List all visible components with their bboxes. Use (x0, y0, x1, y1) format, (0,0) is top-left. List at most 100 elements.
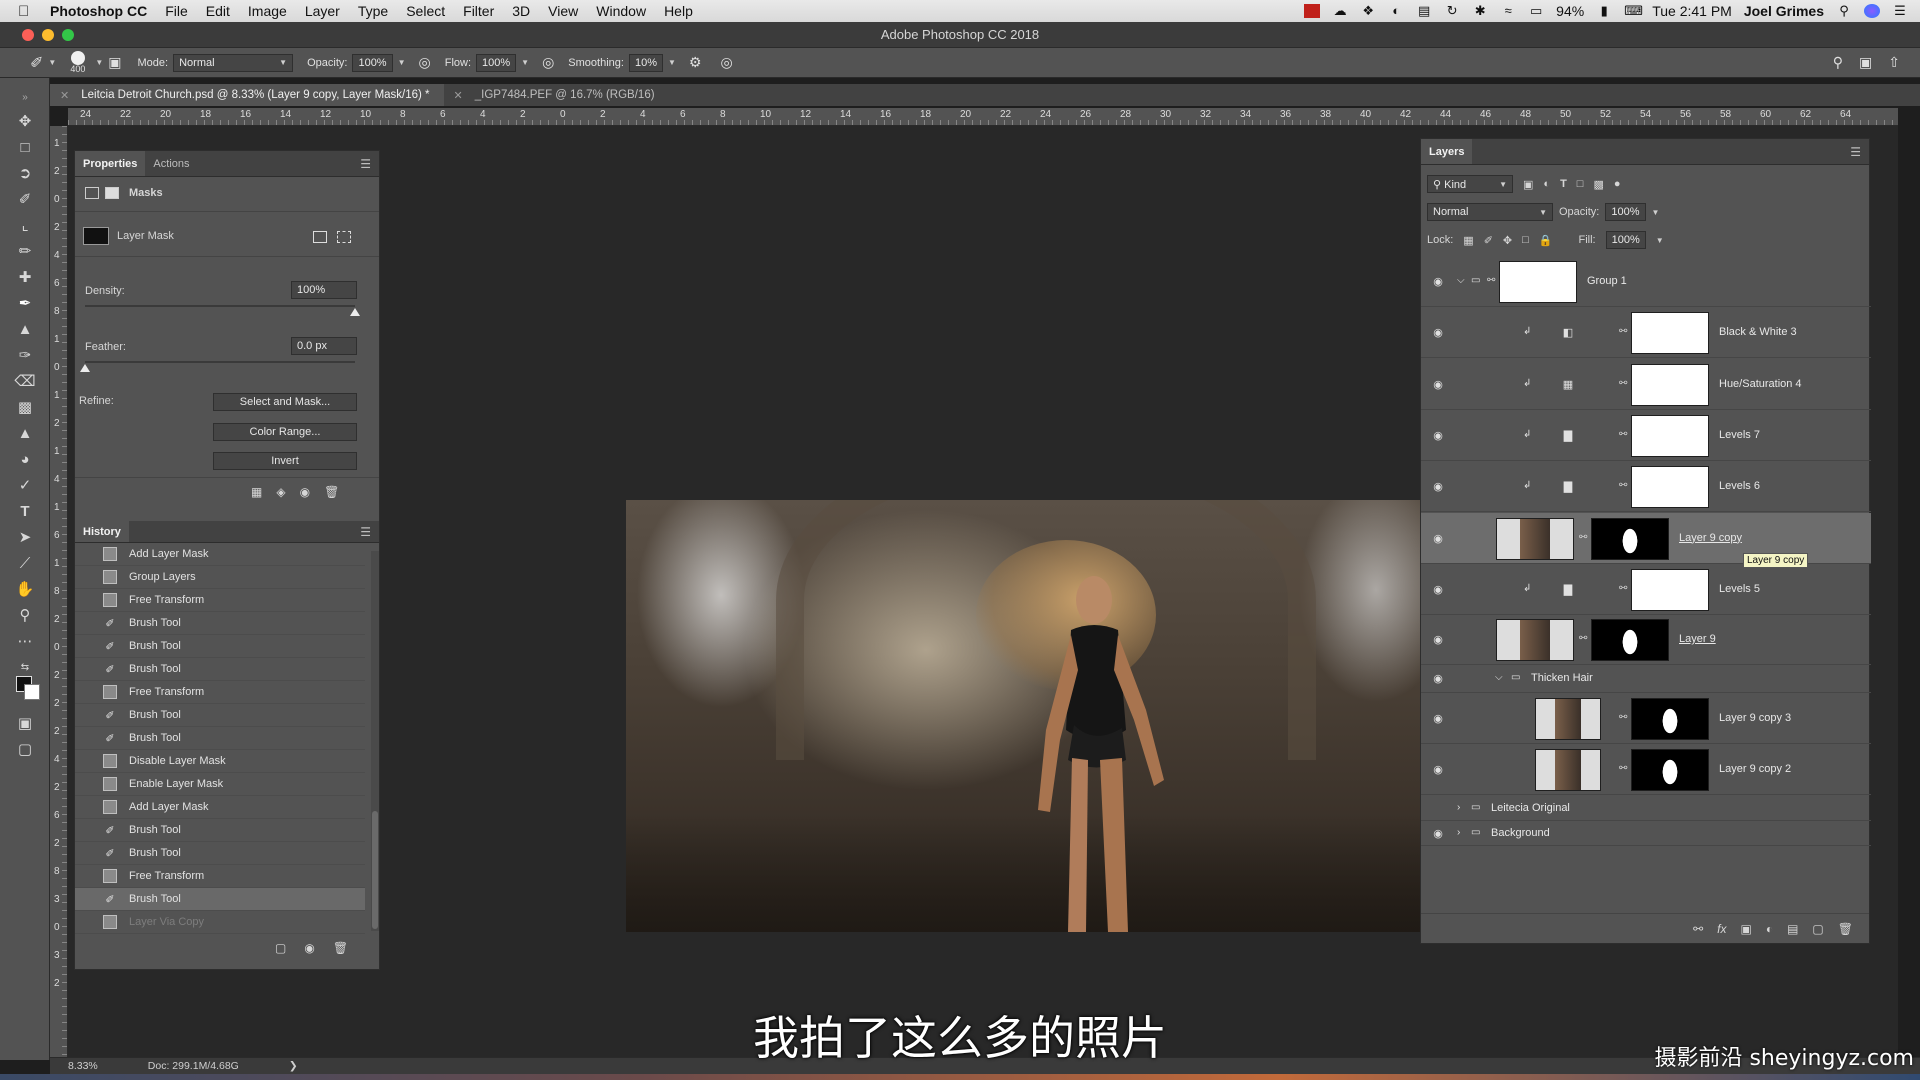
menu-view[interactable]: View (548, 3, 578, 19)
fill-field[interactable]: 100% (1605, 231, 1646, 249)
panel-menu-icon[interactable]: ☰ (360, 157, 371, 171)
more-tools-icon[interactable]: ⋯ (14, 630, 36, 652)
history-item[interactable]: Free Transform (75, 681, 365, 704)
apply-mask-icon[interactable]: ◈ (276, 485, 285, 499)
visibility-eye-icon[interactable]: ◉ (1431, 378, 1445, 391)
eraser-tool-icon[interactable]: ⌫ (14, 370, 36, 392)
levels-icon[interactable]: ▇ (1561, 429, 1575, 442)
pressure-size-icon[interactable]: ◎ (720, 54, 732, 71)
siri-icon[interactable] (1864, 4, 1880, 18)
group-expand-chevron-icon[interactable]: ⌵ (1457, 275, 1465, 286)
lock-position-icon[interactable]: ✥ (1503, 234, 1512, 247)
mask-link-chain-icon[interactable]: ⚯ (1619, 480, 1627, 491)
visibility-eye-icon[interactable]: ◉ (1431, 326, 1445, 339)
layer-row[interactable]: ◉ ⚯ Layer 9 (1421, 615, 1871, 665)
blur-tool-icon[interactable]: ▲ (14, 422, 36, 444)
dodge-tool-icon[interactable]: ◕ (14, 448, 36, 470)
feather-field[interactable]: 0.0 px (291, 337, 357, 355)
layers-panel-menu-icon[interactable]: ☰ (1850, 145, 1861, 159)
adjustment-mask-thumbnail[interactable] (1631, 414, 1709, 457)
visibility-eye-icon[interactable]: ◉ (1431, 712, 1445, 725)
delete-state-trash-icon[interactable]: 🗑 (333, 941, 348, 955)
layer-name[interactable]: Layer 9 (1679, 633, 1716, 645)
lock-image-icon[interactable]: ✐ (1484, 234, 1493, 247)
blend-mode-select[interactable]: Normal ▼ (1427, 203, 1553, 221)
history-item[interactable]: Layer Via Copy (75, 911, 365, 934)
layer-name[interactable]: Levels 5 (1719, 583, 1760, 595)
history-item[interactable]: Free Transform (75, 865, 365, 888)
visibility-eye-icon[interactable]: ◉ (1431, 827, 1445, 840)
tab-history[interactable]: History (75, 521, 129, 542)
bw-icon[interactable]: ◧ (1561, 326, 1575, 339)
layer-name[interactable]: Black & White 3 (1719, 326, 1797, 338)
folder-expand-chevron-icon[interactable]: ⌵ (1495, 672, 1503, 683)
lock-transparent-icon[interactable]: ▦ (1463, 234, 1473, 247)
folder-collapse-chevron-icon[interactable]: › (1457, 827, 1460, 838)
lasso-tool-icon[interactable]: ➲ (14, 162, 36, 184)
adjustment-mask-thumbnail[interactable] (1631, 363, 1709, 406)
menu-file[interactable]: File (165, 3, 188, 19)
zoom-tool-icon[interactable]: ⚲ (14, 604, 36, 626)
airplay-icon[interactable]: ▭ (1528, 4, 1544, 18)
invert-button[interactable]: Invert (213, 452, 357, 470)
visibility-eye-icon[interactable]: ◉ (1431, 429, 1445, 442)
workspace-icon[interactable]: ▣ (1859, 54, 1872, 71)
crop-tool-icon[interactable]: ⌞ (14, 214, 36, 236)
acrobat-icon[interactable] (1304, 4, 1321, 18)
color-range-button[interactable]: Color Range... (213, 423, 357, 441)
gradient-tool-icon[interactable]: ▩ (14, 396, 36, 418)
feather-slider-handle[interactable] (80, 364, 90, 372)
history-item[interactable]: ✐ Brush Tool (75, 727, 365, 750)
disable-mask-eye-icon[interactable]: ◉ (300, 485, 310, 499)
visibility-eye-icon[interactable]: ◉ (1431, 633, 1445, 646)
history-item[interactable]: ✐ Brush Tool (75, 819, 365, 842)
layer-opacity-chevron-icon[interactable]: ▼ (1652, 208, 1660, 217)
new-layer-icon[interactable]: ▢ (1812, 922, 1823, 936)
history-item[interactable]: ✐ Brush Tool (75, 612, 365, 635)
document-image[interactable] (626, 500, 1466, 932)
brush-settings-icon[interactable]: ▣ (108, 54, 121, 71)
layer-row[interactable]: ◉ ⌵ ▭ ⚯ Group 1 (1421, 257, 1871, 307)
layer-name[interactable]: Levels 6 (1719, 480, 1760, 492)
density-slider-handle[interactable] (350, 308, 360, 316)
pixel-mask-icon[interactable] (85, 187, 99, 199)
opacity-chevron-icon[interactable]: ▼ (398, 58, 406, 67)
mask-link-chain-icon[interactable]: ⚯ (1579, 633, 1587, 644)
quick-mask-icon[interactable]: ▣ (14, 712, 36, 734)
brush-tool-icon[interactable]: ✒ (14, 292, 36, 314)
user-name[interactable]: Joel Grimes (1744, 3, 1824, 19)
history-panel-menu-icon[interactable]: ☰ (360, 525, 371, 539)
history-item[interactable]: ✐ Brush Tool (75, 888, 365, 911)
flow-chevron-icon[interactable]: ▼ (521, 58, 529, 67)
layer-name[interactable]: Layer 9 copy 3 (1719, 712, 1791, 724)
tab-leitcia-detroit-church[interactable]: ✕ Leitcia Detroit Church.psd @ 8.33% (La… (50, 84, 444, 106)
filter-smart-object-icon[interactable]: ▩ (1593, 178, 1603, 191)
filter-kind-select[interactable]: ⚲ Kind ▼ (1427, 175, 1513, 193)
density-slider[interactable] (85, 305, 355, 307)
feather-slider[interactable] (85, 361, 355, 363)
layer-row[interactable]: ◉ ⌵ ▭ Thicken Hair (1421, 665, 1871, 693)
menu-3d[interactable]: 3D (512, 3, 530, 19)
mask-thumbnail-dark[interactable] (1631, 697, 1709, 740)
menu-filter[interactable]: Filter (463, 3, 494, 19)
history-scrollbar-thumb[interactable] (372, 811, 378, 929)
group-mask-thumbnail[interactable] (1499, 261, 1577, 303)
history-scrollbar[interactable] (371, 551, 379, 931)
toolbar-collapse-icon[interactable]: » (14, 86, 36, 108)
tab-properties[interactable]: Properties (75, 151, 146, 176)
visibility-eye-icon[interactable]: ◉ (1431, 583, 1445, 596)
mask-thumbnail-dark[interactable] (1631, 748, 1709, 791)
pixel-thumbnail[interactable] (1535, 748, 1601, 791)
mask-thumbnail-dark[interactable] (1591, 517, 1669, 560)
search-icon[interactable]: ⚲ (1833, 54, 1843, 71)
layer-row[interactable]: ◉ ⚯ Layer 9 copy 2 (1421, 744, 1871, 795)
history-item[interactable]: ✐ Brush Tool (75, 635, 365, 658)
layer-name[interactable]: Layer 9 copy (1679, 532, 1742, 544)
history-item[interactable]: Add Layer Mask (75, 543, 365, 566)
menu-select[interactable]: Select (406, 3, 445, 19)
share-icon[interactable]: ⇧ (1888, 54, 1900, 71)
screen-mode-icon[interactable]: ▢ (14, 738, 36, 760)
battery-percent[interactable]: 94% (1556, 3, 1584, 19)
dropbox-icon[interactable]: ❖ (1360, 4, 1376, 18)
mask-thumbnail-dark[interactable] (1591, 619, 1669, 661)
